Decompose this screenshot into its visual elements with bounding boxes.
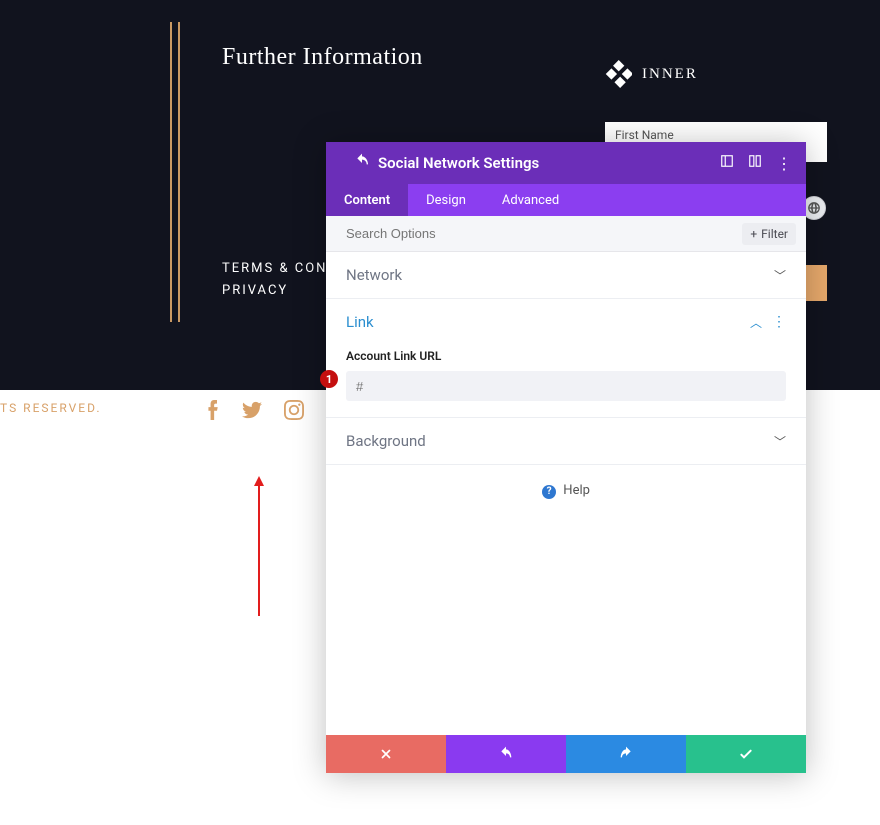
annotation-badge: 1	[320, 370, 338, 388]
brand-name: INNER	[642, 66, 698, 83]
section-link-header[interactable]: Link ︿ ⋮	[326, 299, 806, 345]
chevron-down-icon: ﹀	[774, 267, 786, 284]
help-row[interactable]: ? Help	[326, 465, 806, 517]
plus-icon: +	[750, 227, 757, 241]
modal-header: Social Network Settings ⋮	[326, 142, 806, 184]
kebab-icon[interactable]: ⋮	[776, 154, 792, 173]
section-title: Link	[346, 313, 374, 331]
modal-spacer	[326, 517, 806, 735]
brand-logo: INNER	[604, 60, 698, 88]
section-link-body: Account Link URL	[326, 345, 806, 417]
section-network: Network ﹀	[326, 252, 806, 299]
chevron-up-icon: ︿	[750, 314, 762, 331]
cancel-button[interactable]	[326, 735, 446, 773]
search-input[interactable]	[346, 226, 742, 241]
field-label: Account Link URL	[346, 349, 786, 363]
annotation-arrow	[258, 478, 260, 616]
tab-advanced[interactable]: Advanced	[484, 184, 577, 216]
section-background-header[interactable]: Background ﹀	[326, 418, 806, 464]
settings-modal: Social Network Settings ⋮ Content Design…	[326, 142, 806, 773]
section-link: Link ︿ ⋮ Account Link URL	[326, 299, 806, 418]
modal-footer	[326, 735, 806, 773]
undo-icon[interactable]	[354, 153, 370, 173]
page-heading: Further Information	[222, 44, 423, 71]
kebab-icon[interactable]: ⋮	[772, 318, 786, 326]
section-title: Network	[346, 266, 402, 284]
expand-icon[interactable]	[720, 154, 734, 172]
diamond-icon	[604, 60, 632, 88]
help-icon: ?	[542, 485, 556, 499]
tab-content[interactable]: Content	[326, 184, 408, 216]
section-background: Background ﹀	[326, 418, 806, 465]
filter-label: Filter	[761, 227, 788, 241]
vertical-rule	[178, 22, 180, 322]
layout-icon[interactable]	[748, 154, 762, 172]
redo-button[interactable]	[566, 735, 686, 773]
tab-design[interactable]: Design	[408, 184, 484, 216]
instagram-icon[interactable]	[284, 400, 304, 424]
section-network-header[interactable]: Network ﹀	[326, 252, 806, 298]
confirm-button[interactable]	[686, 735, 806, 773]
account-link-url-input[interactable]	[346, 371, 786, 401]
section-title: Background	[346, 432, 426, 450]
modal-title: Social Network Settings	[378, 154, 706, 172]
facebook-icon[interactable]	[204, 400, 220, 424]
modal-tabs: Content Design Advanced	[326, 184, 806, 216]
chevron-down-icon: ﹀	[774, 433, 786, 450]
copyright-text: TS RESERVED.	[0, 401, 102, 415]
filter-button[interactable]: + Filter	[742, 223, 796, 245]
help-label: Help	[563, 483, 590, 498]
undo-button[interactable]	[446, 735, 566, 773]
vertical-rule	[170, 22, 172, 322]
social-row	[204, 400, 304, 424]
twitter-icon[interactable]	[242, 400, 262, 424]
search-row: + Filter	[326, 216, 806, 252]
